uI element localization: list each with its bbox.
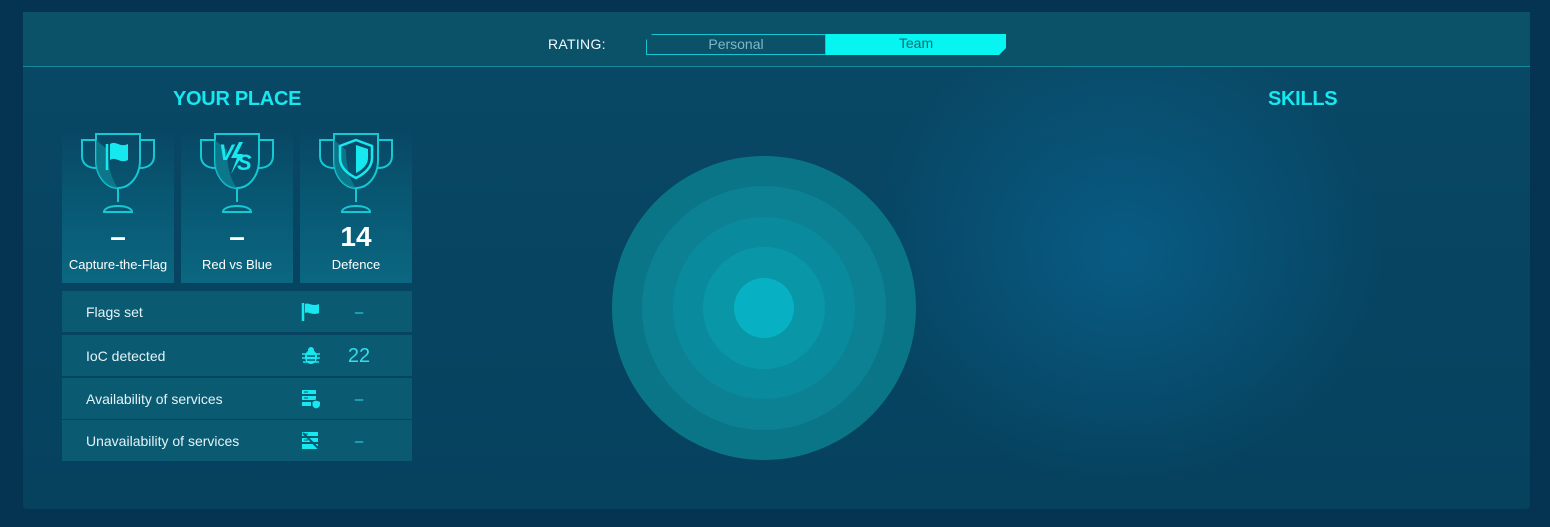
radar-ring [734, 278, 794, 338]
rvb-label: Red vs Blue [201, 257, 273, 272]
trophy-card-defence: 14 Defence [300, 130, 412, 283]
ctf-label: Capture-the-Flag [68, 257, 168, 272]
stat-value: – [354, 391, 364, 408]
rating-toggle: Personal Team [646, 34, 1006, 55]
ctf-place-value: – [110, 221, 126, 252]
skills-radar-placeholder [612, 156, 916, 460]
server-off-icon [302, 432, 320, 450]
defence-place-value: 14 [340, 221, 372, 252]
flag-trophy-icon [81, 133, 155, 213]
rating-label: RATING: [548, 36, 606, 52]
flag-icon [301, 303, 319, 321]
tab-personal[interactable]: Personal [646, 34, 826, 55]
tab-team[interactable]: Team [826, 34, 1006, 55]
svg-text:V: V [219, 140, 236, 165]
shield-trophy-icon [319, 133, 393, 213]
server-shield-icon [302, 390, 321, 409]
stat-value: 22 [347, 345, 371, 367]
stat-row-ioc-detected: IoC detected 22 [62, 335, 412, 376]
stat-label: IoC detected [86, 348, 166, 364]
svg-text:S: S [237, 150, 252, 175]
stat-row-availability: Availability of services – [62, 378, 412, 419]
rvb-place-value: – [229, 221, 245, 252]
stat-row-flags-set: Flags set – [62, 291, 412, 332]
rating-panel: RATING: Personal Team YOUR PLACE SKILLS … [23, 12, 1530, 509]
trophy-card-ctf: – Capture-the-Flag [62, 130, 174, 283]
stat-label: Availability of services [86, 391, 223, 407]
your-place-title: YOUR PLACE [173, 88, 302, 110]
bug-icon [302, 347, 320, 364]
defence-label: Defence [331, 257, 381, 272]
stat-value: – [354, 304, 364, 321]
stat-row-unavailability: Unavailability of services – [62, 420, 412, 461]
stat-label: Unavailability of services [86, 433, 240, 449]
vs-trophy-icon: V S [200, 133, 274, 213]
stat-value: – [354, 433, 364, 450]
skills-title: SKILLS [1268, 88, 1338, 110]
trophy-card-rvb: V S – Red vs Blue [181, 130, 293, 283]
stat-label: Flags set [86, 304, 143, 320]
rating-header: RATING: Personal Team [23, 12, 1530, 67]
